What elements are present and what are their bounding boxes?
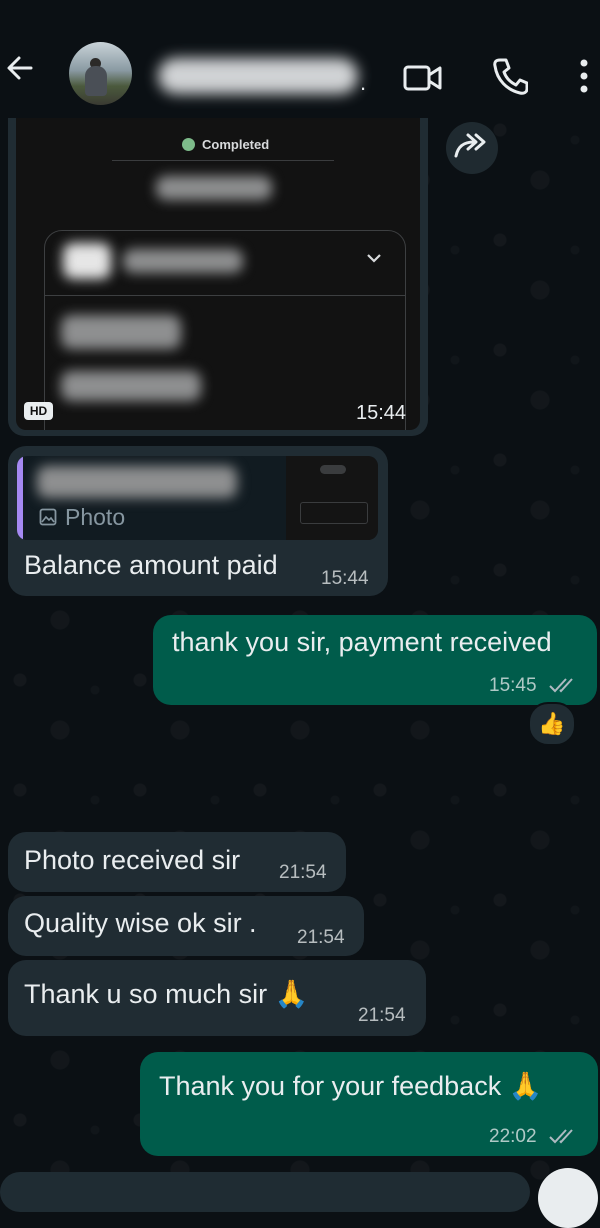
message-text: Thank you for your feedback 🙏 <box>159 1071 543 1101</box>
message-time: 15:45 <box>489 675 537 696</box>
image-preview[interactable]: Completed <box>16 118 420 430</box>
quoted-message[interactable]: Photo <box>17 456 378 540</box>
message-time: 21:54 <box>297 927 345 948</box>
message-time: 15:44 <box>356 402 407 424</box>
redacted-text <box>63 243 111 279</box>
chevron-down-icon[interactable] <box>365 251 383 270</box>
message-text: Balance amount paid <box>24 550 278 580</box>
read-ticks-icon <box>548 676 578 699</box>
redacted-text <box>123 249 243 273</box>
status-bar <box>0 0 600 16</box>
image-message[interactable]: Completed <box>8 118 428 436</box>
redacted-text <box>61 371 201 401</box>
quote-accent-bar <box>17 456 23 540</box>
message-text: Photo received sir <box>24 845 241 875</box>
quote-thumbnail <box>286 456 378 540</box>
reaction-badge[interactable]: 👍 <box>528 702 576 746</box>
redacted-sender <box>37 466 237 498</box>
quote-type-label: Photo <box>65 504 126 530</box>
message-time: 15:44 <box>321 568 369 589</box>
back-arrow-icon[interactable] <box>4 52 36 84</box>
video-call-icon[interactable] <box>402 62 444 99</box>
image-status-label: Completed <box>202 137 270 152</box>
divider <box>112 160 334 161</box>
contact-name-suffix: . <box>360 70 367 95</box>
message-text: Quality wise ok sir . <box>24 908 257 938</box>
more-options-icon[interactable] <box>578 56 590 101</box>
voice-call-icon[interactable] <box>492 56 529 101</box>
message-text: Thank u so much sir 🙏 <box>24 979 309 1009</box>
read-ticks-icon <box>548 1127 578 1150</box>
message-time: 21:54 <box>279 862 327 883</box>
message-input[interactable] <box>0 1172 530 1212</box>
check-circle-icon <box>182 138 195 151</box>
divider <box>45 295 405 296</box>
redacted-text <box>156 176 272 200</box>
forward-icon[interactable] <box>446 122 498 174</box>
mic-button[interactable] <box>538 1168 598 1228</box>
message-time: 22:02 <box>489 1126 537 1147</box>
photo-icon <box>39 508 57 531</box>
contact-name-redacted[interactable] <box>158 58 358 94</box>
hd-badge: HD <box>24 402 53 420</box>
redacted-text <box>61 315 181 349</box>
details-box <box>44 230 406 430</box>
message-time: 21:54 <box>358 1005 406 1026</box>
contact-avatar[interactable] <box>69 42 132 105</box>
message-text: thank you sir, payment received <box>172 627 552 657</box>
chat-header: . <box>0 16 600 120</box>
